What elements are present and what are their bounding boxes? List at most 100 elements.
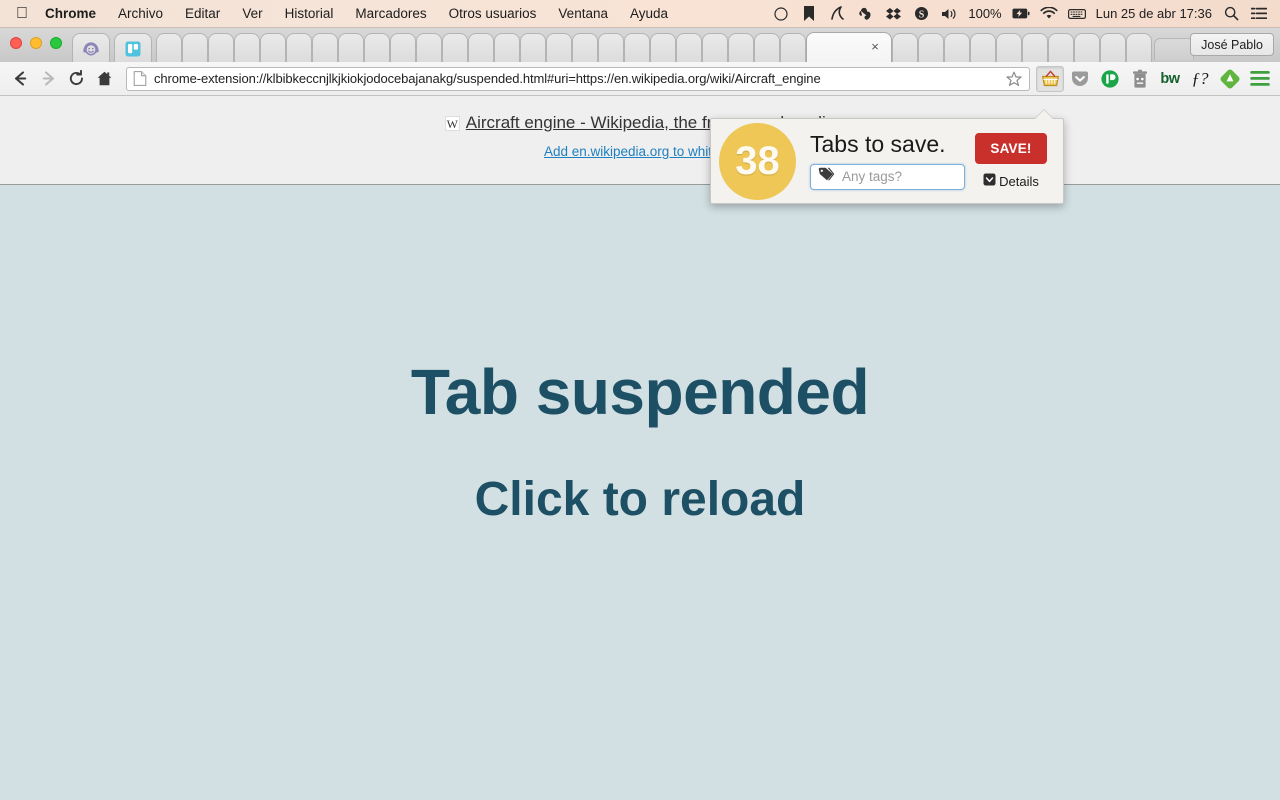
tab-item[interactable]	[468, 33, 494, 62]
menu-item-ver[interactable]: Ver	[231, 0, 273, 28]
zoom-window-button[interactable]	[50, 37, 62, 49]
tab-item[interactable]	[892, 33, 918, 62]
reload-icon[interactable]	[62, 65, 90, 93]
dropbox-icon[interactable]	[884, 5, 902, 23]
suspended-tab-page[interactable]: W Aircraft engine - Wikipedia, the free …	[0, 96, 1280, 800]
trello-icon	[124, 40, 142, 58]
keyboard-icon[interactable]	[1067, 5, 1086, 23]
menu-item-editar[interactable]: Editar	[174, 0, 231, 28]
pinned-tab-2[interactable]	[114, 33, 152, 62]
close-tab-button[interactable]: ×	[868, 40, 882, 54]
tab-item[interactable]	[624, 33, 650, 62]
feedly-icon[interactable]	[1216, 66, 1244, 92]
tab-item[interactable]	[1126, 33, 1152, 62]
menu-bar-clock[interactable]: Lun 25 de abr 17:36	[1096, 6, 1212, 21]
tab-item[interactable]	[1022, 33, 1048, 62]
tabs-container: ×	[72, 28, 1176, 62]
profile-name-button[interactable]: José Pablo	[1190, 33, 1274, 56]
menu-item-ventana[interactable]: Ventana	[547, 0, 619, 28]
tab-item[interactable]	[260, 33, 286, 62]
tab-item[interactable]	[944, 33, 970, 62]
bookmark-star-icon[interactable]	[1005, 70, 1023, 88]
tab-item[interactable]	[208, 33, 234, 62]
tab-item[interactable]	[286, 33, 312, 62]
battery-percent-label[interactable]: 100%	[968, 6, 1001, 21]
tab-item[interactable]	[338, 33, 364, 62]
skitch-icon[interactable]: S	[912, 5, 930, 23]
tab-item[interactable]	[754, 33, 780, 62]
tab-item[interactable]	[728, 33, 754, 62]
tab-item[interactable]	[996, 33, 1022, 62]
active-tab[interactable]: ×	[806, 32, 892, 62]
battery-charging-icon[interactable]	[1012, 5, 1030, 23]
page-title-row: W Aircraft engine - Wikipedia, the free …	[0, 113, 1280, 133]
back-arrow-icon[interactable]	[6, 65, 34, 93]
tab-item[interactable]	[416, 33, 442, 62]
whitelist-row: Add en.wikipedia.org to whitelist	[0, 143, 1280, 161]
evernote-elephant-icon[interactable]	[856, 5, 874, 23]
menu-item-otros-usuarios[interactable]: Otros usuarios	[438, 0, 548, 28]
close-window-button[interactable]	[10, 37, 22, 49]
circle-outline-icon[interactable]	[772, 5, 790, 23]
tab-item[interactable]	[918, 33, 944, 62]
tags-input[interactable]: Any tags?	[810, 163, 965, 190]
tab-item[interactable]	[676, 33, 702, 62]
tab-item[interactable]	[442, 33, 468, 62]
tab-item[interactable]	[390, 33, 416, 62]
tab-item[interactable]	[650, 33, 676, 62]
menu-item-historial[interactable]: Historial	[274, 0, 345, 28]
home-icon[interactable]	[90, 65, 118, 93]
bookmark-icon[interactable]	[800, 5, 818, 23]
tab-item[interactable]	[572, 33, 598, 62]
minimize-window-button[interactable]	[30, 37, 42, 49]
tab-item[interactable]	[1100, 33, 1126, 62]
new-tab-button[interactable]	[1154, 38, 1194, 60]
popup-actions: SAVE! Details	[969, 133, 1053, 189]
tab-item[interactable]	[364, 33, 390, 62]
tab-item[interactable]	[494, 33, 520, 62]
tab-item[interactable]	[1074, 33, 1100, 62]
tab-item[interactable]	[702, 33, 728, 62]
tab-item[interactable]	[234, 33, 260, 62]
notification-center-icon[interactable]	[1250, 5, 1268, 23]
wifi-icon[interactable]	[1040, 5, 1058, 23]
address-bar-url[interactable]: chrome-extension://klbibkeccnjlkjkiokjod…	[154, 71, 1001, 86]
tab-item[interactable]	[780, 33, 806, 62]
basket-icon[interactable]	[1036, 65, 1064, 92]
headphones-smiley-icon	[82, 40, 100, 58]
menu-item-chrome[interactable]: Chrome	[41, 0, 107, 28]
spotlight-search-icon[interactable]	[1222, 5, 1240, 23]
tab-item[interactable]	[970, 33, 996, 62]
pinned-tab-1[interactable]	[72, 33, 110, 62]
save-button[interactable]: SAVE!	[975, 133, 1047, 164]
tab-item[interactable]	[182, 33, 208, 62]
forward-arrow-icon[interactable]	[34, 65, 62, 93]
tab-item[interactable]	[598, 33, 624, 62]
tab-item[interactable]	[546, 33, 572, 62]
apple-logo-icon[interactable]: 	[14, 1, 41, 27]
bitwarden-label: bw	[1160, 70, 1180, 87]
trash-ghost-icon[interactable]	[1126, 66, 1154, 92]
tab-item[interactable]	[520, 33, 546, 62]
add-to-whitelist-link[interactable]: Add en.wikipedia.org to whitelist	[544, 144, 736, 159]
save-tabs-popup[interactable]: 38 Tabs to save. Any tags? SAVE! Details	[710, 118, 1064, 204]
tab-item[interactable]	[312, 33, 338, 62]
menu-item-ayuda[interactable]: Ayuda	[619, 0, 679, 28]
suspended-message-area[interactable]: Tab suspended Click to reload	[0, 185, 1280, 524]
chrome-menu-icon[interactable]	[1246, 66, 1274, 92]
tab-item[interactable]	[1048, 33, 1074, 62]
pocket-icon[interactable]	[1066, 66, 1094, 92]
address-bar[interactable]: chrome-extension://klbibkeccnjlkjkiokjod…	[126, 66, 1030, 91]
suspended-page-header: W Aircraft engine - Wikipedia, the free …	[0, 96, 1280, 185]
rescuetime-icon[interactable]	[828, 5, 846, 23]
menu-item-archivo[interactable]: Archivo	[107, 0, 174, 28]
onepassword-icon[interactable]	[1096, 66, 1124, 92]
details-label: Details	[999, 173, 1039, 189]
details-link[interactable]: Details	[983, 173, 1039, 189]
tab-item[interactable]	[156, 33, 182, 62]
fontface-icon[interactable]: ƒ?	[1186, 66, 1214, 92]
menu-item-marcadores[interactable]: Marcadores	[344, 0, 437, 28]
volume-icon[interactable]	[940, 5, 958, 23]
bitwarden-icon[interactable]: bw	[1156, 66, 1184, 92]
click-to-reload-text[interactable]: Click to reload	[0, 476, 1280, 524]
